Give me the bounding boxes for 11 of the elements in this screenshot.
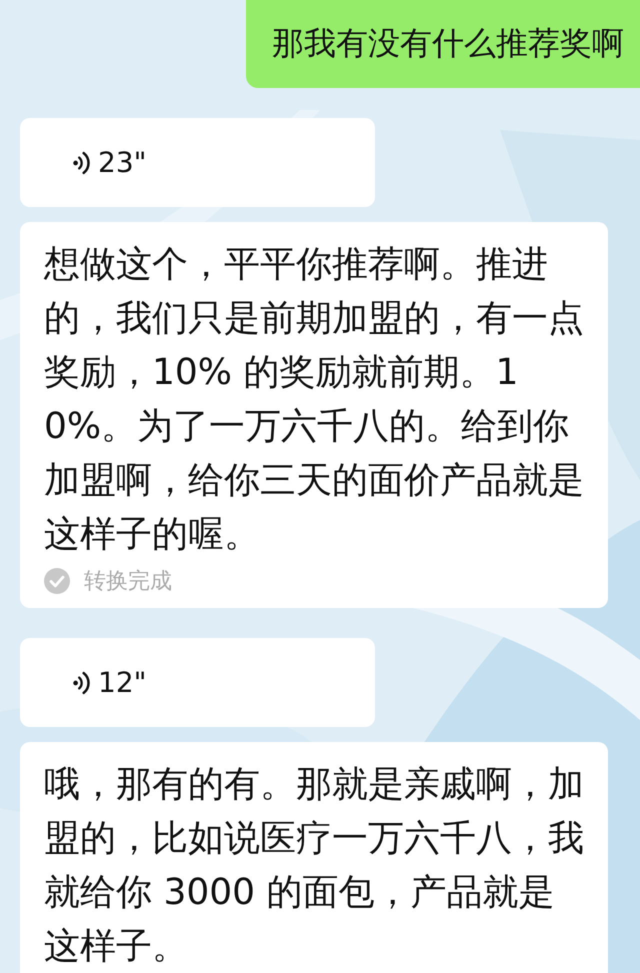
message-bubble: 那我有没有什么推荐奖啊 [246, 0, 640, 88]
voice-duration: 23" [98, 146, 147, 179]
transcript-text: 哦，那有的有。那就是亲戚啊，加盟的，比如说医疗一万六千八，我就给你 3000 的面包，产品就是这样子。 [44, 763, 585, 969]
status-text: 转换完成 [84, 568, 172, 596]
voice-duration: 12" [98, 666, 147, 699]
voice-icon [72, 150, 90, 176]
voice-icon [72, 670, 90, 696]
voice-message[interactable]: 23" [20, 118, 375, 207]
check-icon [44, 568, 70, 594]
transcript-text: 想做这个，平平你推荐啊。推进的，我们只是前期加盟的，有一点奖励，10% 的奖励就前期。10%。为了一万六千八的。给到你加盟啊，给你三天的面价产品就是这样子的喔。 [44, 243, 585, 557]
voice-message[interactable]: 12" [20, 638, 375, 727]
